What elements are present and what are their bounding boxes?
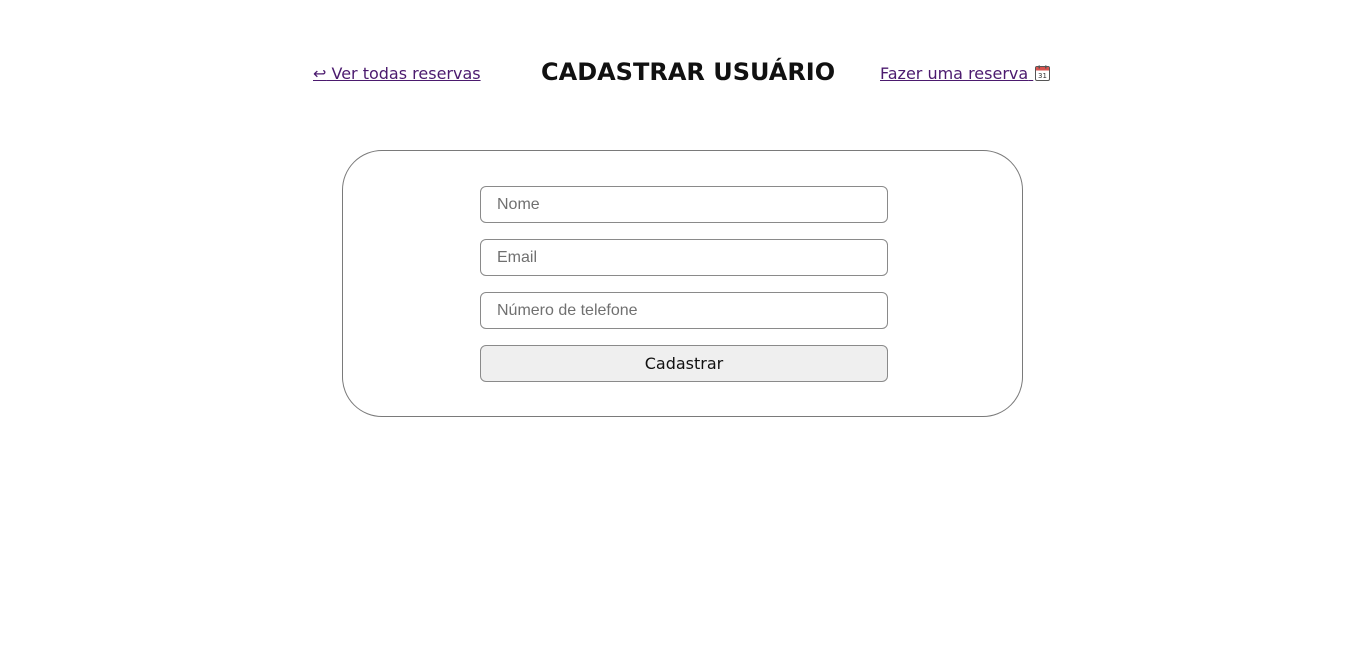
registration-form-card: Cadastrar (342, 150, 1023, 417)
calendar-icon: 31 (1035, 65, 1051, 81)
view-all-reservations-link[interactable]: ↩ Ver todas reservas (313, 64, 481, 83)
phone-number-input[interactable] (480, 292, 888, 329)
register-button[interactable]: Cadastrar (480, 345, 888, 382)
make-reservation-label: Fazer uma reserva (880, 64, 1029, 83)
page-title: CADASTRAR USUÁRIO (541, 58, 836, 86)
view-all-reservations-label: Ver todas reservas (331, 64, 481, 83)
make-reservation-link[interactable]: Fazer uma reserva 31 (880, 64, 1051, 83)
register-user-page: ↩ Ver todas reservas CADASTRAR USUÁRIO F… (0, 0, 1365, 652)
return-arrow-icon: ↩ (313, 64, 327, 83)
page-header: ↩ Ver todas reservas CADASTRAR USUÁRIO F… (0, 56, 1365, 92)
name-input[interactable] (480, 186, 888, 223)
email-input[interactable] (480, 239, 888, 276)
svg-text:31: 31 (1038, 72, 1047, 80)
